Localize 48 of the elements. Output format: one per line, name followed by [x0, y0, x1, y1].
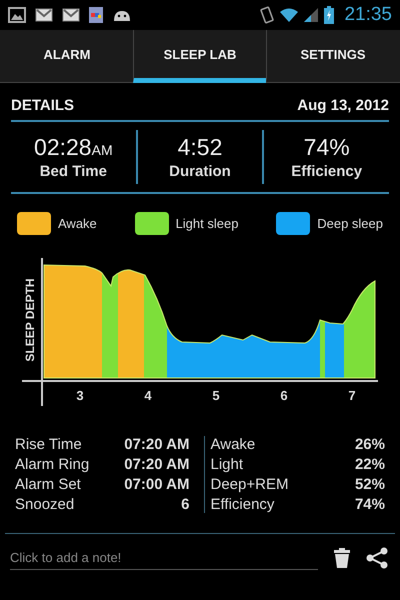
stat-value: 07:20 AM	[124, 456, 190, 473]
stat-name: Awake	[210, 436, 256, 453]
stat-value: 6	[181, 496, 190, 513]
axis-tick-label: 5	[212, 388, 220, 403]
wifi-icon	[280, 8, 298, 22]
legend-label: Deep sleep	[317, 216, 383, 231]
stat-label: Duration	[169, 163, 231, 180]
stat-value: 07:20 AM	[124, 436, 190, 453]
axis-label: SLEEP DEPTH	[23, 278, 37, 362]
axis-tick-label: 6	[280, 388, 288, 403]
legend-label: Light sleep	[176, 216, 238, 231]
share-icon[interactable]	[366, 547, 388, 569]
stat-value: 52%	[354, 476, 385, 493]
note-field[interactable]: Click to add a note!	[10, 546, 318, 570]
date-text: Aug 13, 2012	[297, 97, 389, 114]
axis-tick-label: 7	[348, 388, 356, 403]
legend-label: Awake	[58, 216, 97, 231]
stat-name: Light	[210, 456, 244, 473]
tab[interactable]: ALARM	[1, 30, 133, 83]
stat-name: Deep+REM	[210, 476, 288, 493]
section-title: DETAILS	[11, 97, 74, 114]
rotate-phone-icon	[260, 6, 274, 24]
stat-name: Alarm Ring	[15, 456, 90, 473]
stat-value: 07:00 AM	[124, 476, 190, 493]
stat-value: 02:28AM	[34, 134, 113, 161]
tab[interactable]: SETTINGS	[266, 30, 399, 83]
axis-tick-label: 3	[76, 388, 84, 403]
app-icon	[89, 7, 103, 23]
axis-tick-label: 4	[144, 388, 152, 403]
mail-icon	[62, 8, 80, 22]
image-icon	[8, 7, 26, 23]
stat-value: 22%	[354, 456, 385, 473]
stat-value: 4:52	[178, 134, 222, 161]
stat-value: 74%	[304, 134, 350, 161]
trash-icon[interactable]	[334, 548, 350, 568]
tab[interactable]: SLEEP LAB	[133, 30, 266, 83]
battery-icon	[324, 6, 334, 24]
stat-label: Bed Time	[40, 163, 107, 180]
stat-name: Snoozed	[15, 496, 74, 513]
stat-value: 74%	[354, 496, 385, 513]
stat-label: Efficiency	[291, 163, 362, 180]
stat-value: 26%	[354, 436, 385, 453]
stat-name: Rise Time	[15, 436, 82, 453]
clock-time: 21:35	[344, 4, 392, 26]
stat-name: Efficiency	[210, 496, 274, 513]
stat-name: Alarm Set	[15, 476, 81, 493]
signal-icon	[304, 8, 318, 22]
mail-icon	[35, 8, 53, 22]
